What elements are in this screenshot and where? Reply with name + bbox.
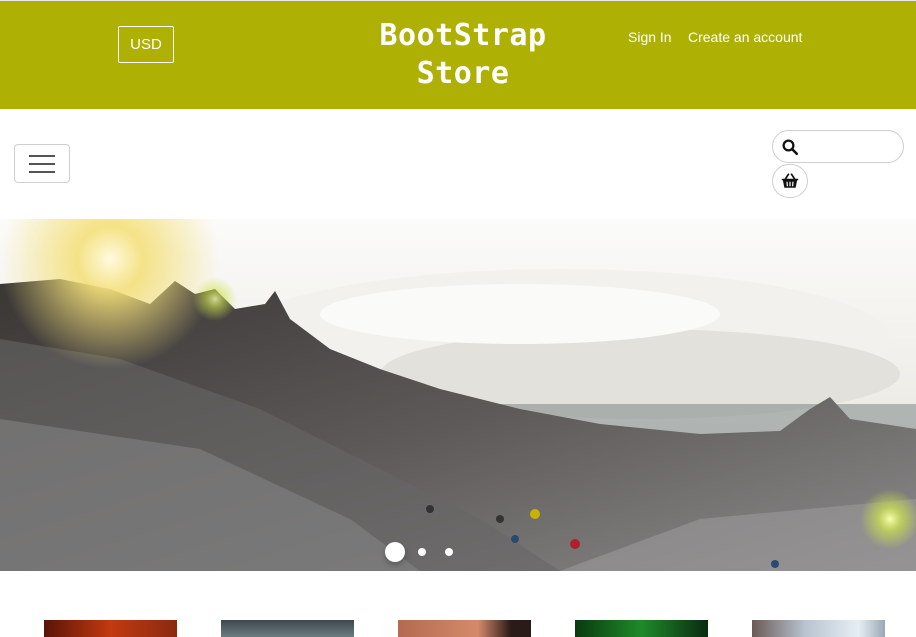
menu-toggle-button[interactable] [14,144,70,183]
cart-button[interactable] [772,164,808,198]
brand-logo[interactable]: BootStrap Store [360,17,566,93]
hero-carousel[interactable] [0,219,916,571]
brand-line-1: BootStrap [379,18,547,53]
top-header: USD BootStrap Store Sign In Create an ac… [0,0,916,109]
sign-in-link[interactable]: Sign In [628,29,672,45]
hamburger-menu-icon-bar [29,170,55,173]
carousel-indicator-1[interactable] [385,542,405,562]
brand-line-2: Store [416,56,510,91]
search-icon[interactable] [781,138,799,156]
create-account-link[interactable]: Create an account [688,29,802,45]
hamburger-menu-icon [29,154,55,157]
product-thumbnail-4[interactable] [575,620,708,637]
currency-selector[interactable]: USD [118,26,174,63]
product-thumbnail-2[interactable] [221,620,354,637]
product-thumbnail-3[interactable] [398,620,531,637]
product-thumbnail-5[interactable] [752,620,885,637]
carousel-indicator-2[interactable] [418,548,426,556]
product-thumbnail-1[interactable] [44,620,177,637]
navbar [0,109,916,219]
search-input[interactable] [803,133,901,162]
carousel-indicator-3[interactable] [445,548,453,556]
carousel-slide-image [0,219,916,571]
search-box [772,130,904,163]
basket-icon [781,173,799,188]
hamburger-menu-icon-bar [29,162,55,165]
